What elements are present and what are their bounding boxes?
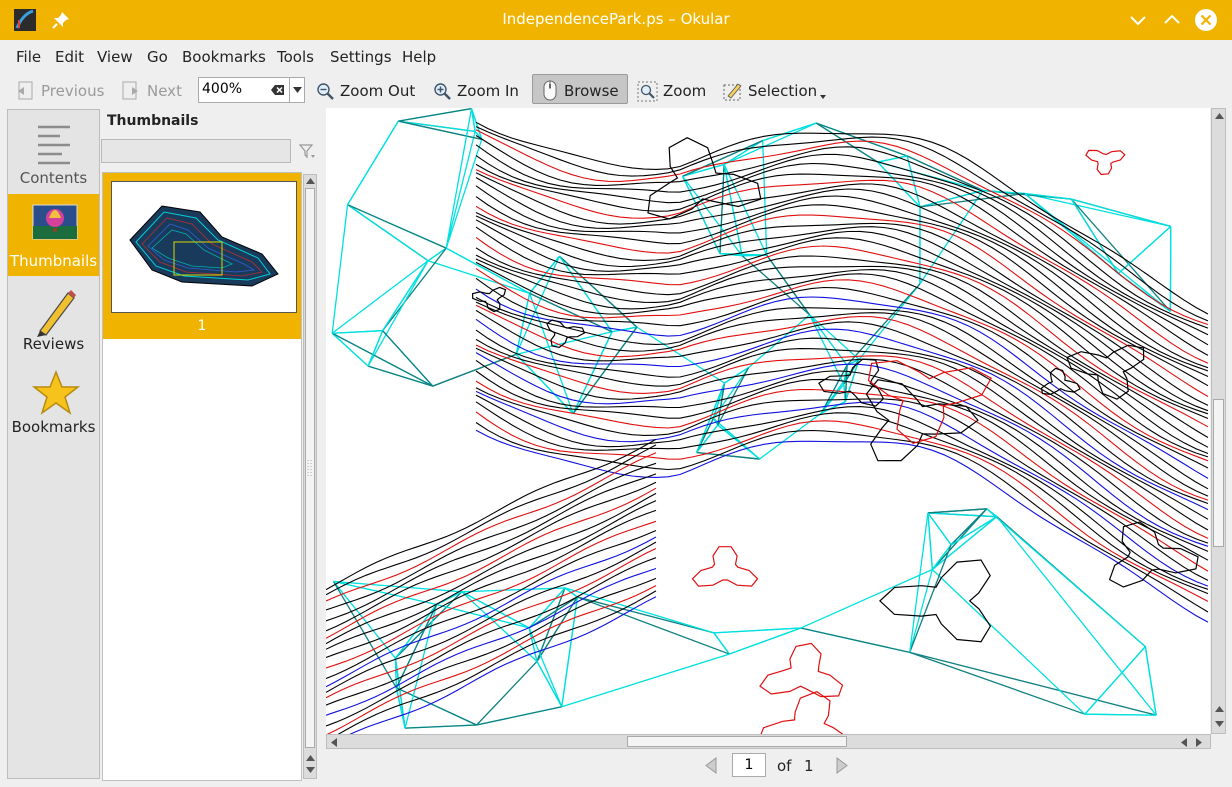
menu-file[interactable]: File bbox=[16, 48, 41, 66]
previous-label: Previous bbox=[41, 82, 105, 100]
next-button[interactable]: Next bbox=[120, 77, 182, 105]
scroll-down-icon[interactable] bbox=[1215, 721, 1224, 727]
thumbnails-panel: Thumbnails 1 bbox=[100, 109, 322, 781]
thumbnail-list[interactable]: 1 bbox=[102, 172, 302, 781]
maximize-icon[interactable] bbox=[1160, 8, 1184, 32]
selection-icon bbox=[723, 82, 742, 100]
scroll-left-icon[interactable] bbox=[1181, 738, 1187, 747]
star-icon bbox=[32, 370, 80, 415]
page-navigation-bar: of 1 bbox=[326, 750, 1232, 787]
document-view[interactable] bbox=[326, 108, 1210, 734]
page-number-input[interactable] bbox=[732, 753, 766, 777]
menu-bookmarks[interactable]: Bookmarks bbox=[182, 48, 266, 66]
next-page-icon bbox=[122, 81, 138, 100]
mouse-icon bbox=[543, 80, 557, 101]
zoom-tool-button[interactable]: Zoom bbox=[637, 77, 706, 105]
thumbnail-page-image[interactable] bbox=[111, 181, 297, 313]
main-toolbar: Previous Next Zoom Out Zoom bbox=[0, 72, 1232, 108]
of-label: of bbox=[777, 757, 792, 775]
document-page-image bbox=[326, 108, 1210, 734]
sidebar-item-label: Thumbnails bbox=[9, 252, 98, 270]
document-vertical-scrollbar[interactable] bbox=[1211, 108, 1226, 734]
minimize-icon[interactable] bbox=[1126, 8, 1150, 32]
splitter-handle[interactable] bbox=[306, 458, 314, 478]
dropdown-arrow-icon[interactable] bbox=[820, 95, 827, 99]
sidebar-item-label: Reviews bbox=[22, 335, 85, 353]
sidebar-item-reviews[interactable]: Reviews bbox=[8, 277, 99, 359]
next-page-arrow-icon[interactable] bbox=[836, 757, 848, 774]
menu-view[interactable]: View bbox=[97, 48, 133, 66]
thumbnail-item[interactable]: 1 bbox=[103, 173, 301, 339]
zoom-in-icon bbox=[434, 82, 451, 100]
combo-divider bbox=[289, 78, 290, 102]
zoom-input[interactable] bbox=[202, 81, 262, 97]
thumbnail-page-number: 1 bbox=[197, 318, 207, 334]
previous-page-icon bbox=[18, 81, 33, 100]
zoom-in-label: Zoom In bbox=[457, 82, 519, 100]
sidebar: Contents Thumbnails Reviews Bookmarks bbox=[7, 109, 100, 779]
filter-icon[interactable] bbox=[299, 143, 315, 159]
clear-icon[interactable] bbox=[271, 84, 285, 96]
scroll-right-icon[interactable] bbox=[1196, 738, 1202, 747]
window-title: IndependencePark.ps – Okular bbox=[502, 10, 730, 28]
menu-settings[interactable]: Settings bbox=[330, 48, 392, 66]
menu-bar: File Edit View Go Bookmarks Tools Settin… bbox=[0, 40, 1232, 72]
scroll-down-icon[interactable] bbox=[306, 767, 315, 773]
previous-button[interactable]: Previous bbox=[14, 77, 104, 105]
zoom-in-button[interactable]: Zoom In bbox=[433, 77, 519, 105]
browse-button[interactable]: Browse bbox=[542, 77, 619, 105]
document-horizontal-scrollbar[interactable] bbox=[326, 734, 1211, 749]
scroll-up-icon[interactable] bbox=[1215, 113, 1224, 119]
zoom-tool-label: Zoom bbox=[663, 82, 707, 100]
zoom-out-label: Zoom Out bbox=[340, 82, 416, 100]
sidebar-item-contents[interactable]: Contents bbox=[8, 111, 99, 193]
selection-label: Selection bbox=[748, 82, 818, 100]
browse-label: Browse bbox=[564, 82, 619, 100]
thumbnails-title: Thumbnails bbox=[107, 113, 199, 129]
previous-page-arrow-icon[interactable] bbox=[705, 757, 717, 774]
menu-tools[interactable]: Tools bbox=[277, 48, 314, 66]
sidebar-item-thumbnails[interactable]: Thumbnails bbox=[8, 194, 99, 276]
next-label: Next bbox=[147, 82, 182, 100]
thumbnails-filter-input[interactable] bbox=[101, 139, 291, 163]
scroll-up-icon[interactable] bbox=[306, 178, 315, 184]
menu-go[interactable]: Go bbox=[147, 48, 168, 66]
scroll-up-icon[interactable] bbox=[306, 755, 315, 761]
zoom-out-button[interactable]: Zoom Out bbox=[316, 77, 415, 105]
thumbnails-icon bbox=[32, 204, 78, 240]
scroll-up-icon[interactable] bbox=[1215, 706, 1224, 712]
title-bar: IndependencePark.ps – Okular bbox=[0, 0, 1232, 40]
zoom-out-icon bbox=[317, 82, 334, 100]
sidebar-item-label: Bookmarks bbox=[11, 418, 96, 436]
chevron-down-icon[interactable] bbox=[293, 87, 302, 93]
menu-edit[interactable]: Edit bbox=[55, 48, 84, 66]
total-pages: 1 bbox=[804, 757, 814, 775]
contents-icon bbox=[38, 125, 70, 165]
grip-icon bbox=[307, 460, 312, 476]
sidebar-item-bookmarks[interactable]: Bookmarks bbox=[8, 360, 99, 442]
selection-button[interactable]: Selection bbox=[722, 77, 831, 105]
document-vscroll-handle[interactable] bbox=[1213, 399, 1224, 547]
pencil-icon bbox=[37, 290, 76, 337]
scroll-left-icon[interactable] bbox=[331, 738, 337, 747]
sidebar-item-label: Contents bbox=[19, 169, 88, 187]
menu-help[interactable]: Help bbox=[402, 48, 436, 66]
close-icon[interactable] bbox=[1194, 8, 1218, 32]
thumbnail-preview bbox=[129, 205, 279, 287]
zoom-combo[interactable] bbox=[198, 77, 305, 103]
zoom-tool-icon bbox=[637, 81, 658, 101]
document-hscroll-handle[interactable] bbox=[627, 736, 847, 747]
